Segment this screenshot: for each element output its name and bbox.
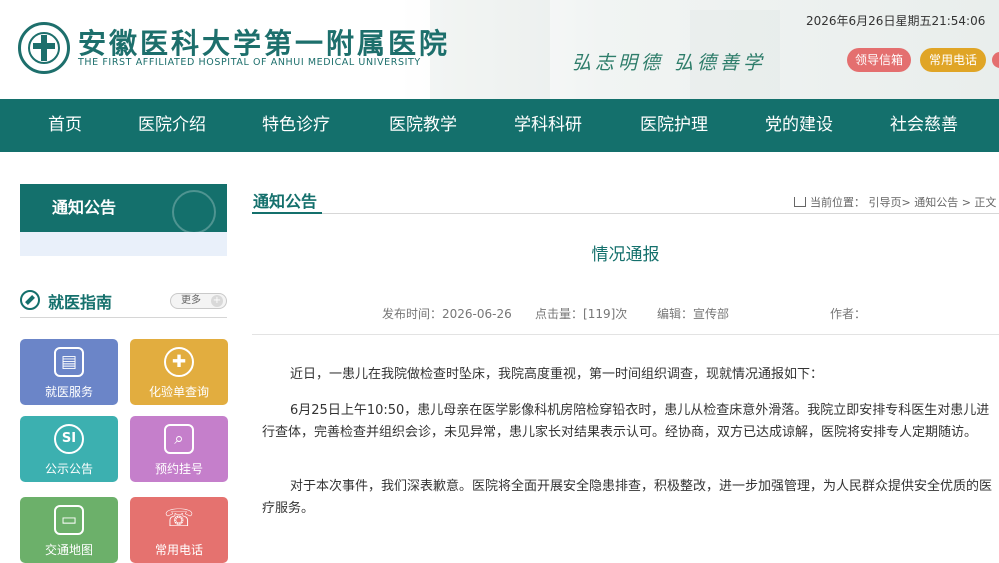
clipboard-icon: ▤ [54,347,84,377]
compass-icon [20,290,40,310]
phone-icon: ☏ [164,504,195,532]
hospital-name-cn: 安徽医科大学第一附属医院 [78,27,451,60]
current-datetime: 2026年6月26日星期五21:54:06 [806,14,986,28]
author: 作者： [830,305,866,322]
common-phone-button[interactable]: 常用电话 [920,48,986,72]
watermark-logo-icon [172,190,216,234]
nav-item-special-treatment[interactable]: 特色诊疗 [252,99,340,152]
tile-label: 化验单查询 [148,385,209,399]
meta-divider [252,334,999,335]
sidebar-notice-subbar [20,232,227,256]
hospital-motto: 弘志明德 弘德善学 [572,52,767,74]
tile-label: 公示公告 [44,462,93,476]
nav-item-nursing[interactable]: 医院护理 [630,99,718,152]
tile-public-notice[interactable]: SI 公示公告 [20,416,118,482]
clicks-value: [119]次 [583,307,628,321]
tile-traffic-map[interactable]: ▭ 交通地图 [20,497,118,563]
publish-date: 2026-06-26 [442,307,512,321]
car-icon: ▭ [54,505,84,535]
section-title: 通知公告 [253,192,318,211]
editor: 编辑：宣传部 [657,305,729,322]
guide-more-button[interactable]: 更多 + [170,293,227,309]
tile-label: 常用电话 [154,543,203,557]
tile-label: 预约挂号 [154,462,203,476]
sidebar-notice-title: 通知公告 [52,198,117,217]
nav-item-hospital-intro[interactable]: 医院介绍 [128,99,216,152]
tile-common-phone[interactable]: ☏ 常用电话 [130,497,228,563]
home-icon [794,197,806,207]
guide-section-title: 就医指南 [48,293,113,312]
hospital-logo[interactable] [18,22,70,74]
breadcrumb-text[interactable]: 当前位置： 引导页> 通知公告 > 正文 [810,196,996,209]
si-icon: SI [54,424,84,454]
section-divider [252,213,999,214]
main-nav: 首页 医院介绍 特色诊疗 医院教学 学科科研 医院护理 党的建设 社会慈善 [0,99,999,152]
click-count: 点击量：[119]次 [535,305,627,322]
tile-medical-service[interactable]: ▤ 就医服务 [20,339,118,405]
article-title: 情况通报 [591,245,660,265]
more-label: 更多 [181,295,201,306]
tile-appointment-registration[interactable]: ⌕ 预约挂号 [130,416,228,482]
site-header: 安徽医科大学第一附属医院 THE FIRST AFFILIATED HOSPIT… [0,0,999,99]
article-paragraph: 6月25日上午10:50，患儿母亲在医学影像科机房陪检穿铅衣时，患儿从检查床意外… [262,403,990,440]
breadcrumb: 当前位置： 引导页> 通知公告 > 正文 [794,194,996,210]
extra-header-button[interactable] [992,52,999,68]
author-label: 作者： [830,307,867,321]
tile-lab-report-query[interactable]: ✚ 化验单查询 [130,339,228,405]
sidebar-notice-header[interactable]: 通知公告 [20,184,227,237]
hospital-name-en: THE FIRST AFFILIATED HOSPITAL OF ANHUI M… [78,57,421,68]
tile-label: 就医服务 [44,385,93,399]
sidebar-notice-box: 通知公告 [20,184,227,256]
nav-item-home[interactable]: 首页 [22,99,108,152]
publish-label: 发布时间： [382,307,443,321]
editor-value: 宣传部 [693,307,730,321]
leader-mailbox-button[interactable]: 领导信箱 [847,48,911,72]
publish-time: 发布时间：2026-06-26 [382,305,512,322]
nav-item-party-building[interactable]: 党的建设 [755,99,843,152]
editor-label: 编辑： [657,307,694,321]
article-paragraph: 近日，一患儿在我院做检查时坠床，我院高度重视，第一时间组织调查，现就情况通报如下… [290,367,824,382]
medical-cross-icon: ✚ [164,347,194,377]
nav-item-teaching[interactable]: 医院教学 [379,99,467,152]
clicks-label: 点击量： [535,307,584,321]
nav-item-charity[interactable]: 社会慈善 [880,99,968,152]
section-title-underline [252,212,322,214]
plus-icon: + [211,295,223,307]
register-icon: ⌕ [164,424,194,454]
nav-item-research[interactable]: 学科科研 [504,99,592,152]
tile-label: 交通地图 [44,543,93,557]
article-paragraph: 对于本次事件，我们深表歉意。医院将全面开展安全隐患排查，积极整改，进一步加强管理… [262,479,993,516]
